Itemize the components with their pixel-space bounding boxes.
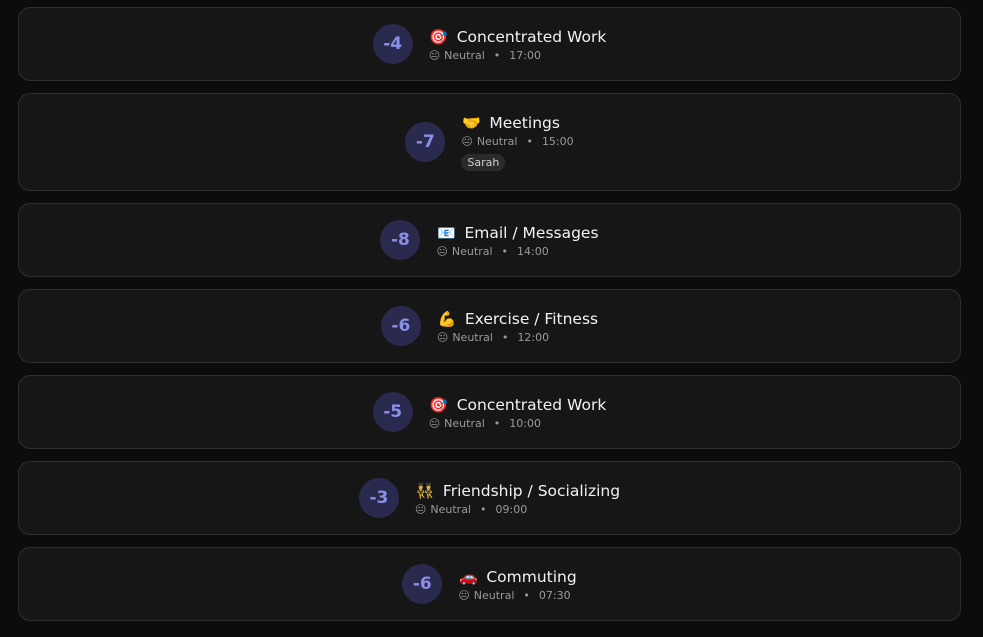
handshake-icon: 🤝 xyxy=(462,114,481,132)
entry-card[interactable]: -3 👯 Friendship / Socializing 😐 Neutral … xyxy=(18,461,961,535)
mood-label: Neutral xyxy=(430,502,471,516)
entry-card[interactable]: -4 🎯 Concentrated Work 😐 Neutral • 17:00 xyxy=(18,7,961,81)
neutral-face-icon: 😐 xyxy=(436,244,448,258)
people-dancing-icon: 👯 xyxy=(415,481,435,500)
separator-dot: • xyxy=(493,416,501,430)
neutral-face-icon: 😐 xyxy=(436,330,449,344)
entry-title: Exercise / Fitness xyxy=(464,309,599,328)
entry-time: 09:00 xyxy=(495,502,528,516)
entry-card[interactable]: -7 🤝 Meetings 😐 Neutral • 15:00 Sarah xyxy=(18,93,961,191)
score-badge: -4 xyxy=(372,24,413,64)
score-badge: -8 xyxy=(380,220,421,260)
entry-time: 14:00 xyxy=(517,244,549,258)
mood-label: Neutral xyxy=(473,588,515,602)
separator-dot: • xyxy=(501,330,509,344)
score-badge: -5 xyxy=(372,392,413,432)
separator-dot: • xyxy=(526,135,533,148)
entry-time: 10:00 xyxy=(509,416,541,430)
entry-title: Concentrated Work xyxy=(456,395,607,414)
score-badge: -6 xyxy=(402,564,443,604)
entry-time: 17:00 xyxy=(509,48,541,62)
entry-card[interactable]: -8 📧 Email / Messages 😐 Neutral • 14:00 xyxy=(18,203,961,277)
entry-card[interactable]: -5 🎯 Concentrated Work 😐 Neutral • 10:00 xyxy=(18,375,961,449)
neutral-face-icon: 😐 xyxy=(461,135,473,148)
entry-card[interactable]: -6 💪 Exercise / Fitness 😐 Neutral • 12:0… xyxy=(18,289,961,363)
mood-label: Neutral xyxy=(476,135,518,148)
neutral-face-icon: 😐 xyxy=(428,48,441,62)
entry-title: Meetings xyxy=(489,114,560,132)
person-tag[interactable]: Sarah xyxy=(461,154,506,171)
neutral-face-icon: 😐 xyxy=(414,502,427,516)
entry-title: Commuting xyxy=(486,567,577,586)
entry-card[interactable]: -6 🚗 Commuting 😐 Neutral • 07:30 xyxy=(18,547,961,621)
separator-dot: • xyxy=(501,244,509,258)
entry-time: 12:00 xyxy=(517,330,550,344)
mood-label: Neutral xyxy=(444,48,485,62)
mood-label: Neutral xyxy=(451,244,493,258)
score-badge: -3 xyxy=(358,478,399,518)
target-icon: 🎯 xyxy=(429,395,449,414)
mood-label: Neutral xyxy=(444,416,485,430)
separator-dot: • xyxy=(493,48,501,62)
separator-dot: • xyxy=(523,588,530,602)
target-icon: 🎯 xyxy=(429,27,449,46)
entry-title: Email / Messages xyxy=(464,223,599,242)
entry-title: Friendship / Socializing xyxy=(442,481,621,500)
entry-time: 15:00 xyxy=(541,135,574,148)
score-badge: -6 xyxy=(380,306,421,346)
entry-time: 07:30 xyxy=(538,588,571,602)
score-badge: -7 xyxy=(405,122,446,162)
neutral-face-icon: 😐 xyxy=(428,416,441,430)
flexed-biceps-icon: 💪 xyxy=(437,309,457,328)
car-icon: 🚗 xyxy=(458,567,478,586)
entry-title: Concentrated Work xyxy=(456,27,607,46)
separator-dot: • xyxy=(480,502,487,516)
email-icon: 📧 xyxy=(437,223,456,242)
mood-label: Neutral xyxy=(452,330,493,344)
neutral-face-icon: 😐 xyxy=(458,588,470,602)
